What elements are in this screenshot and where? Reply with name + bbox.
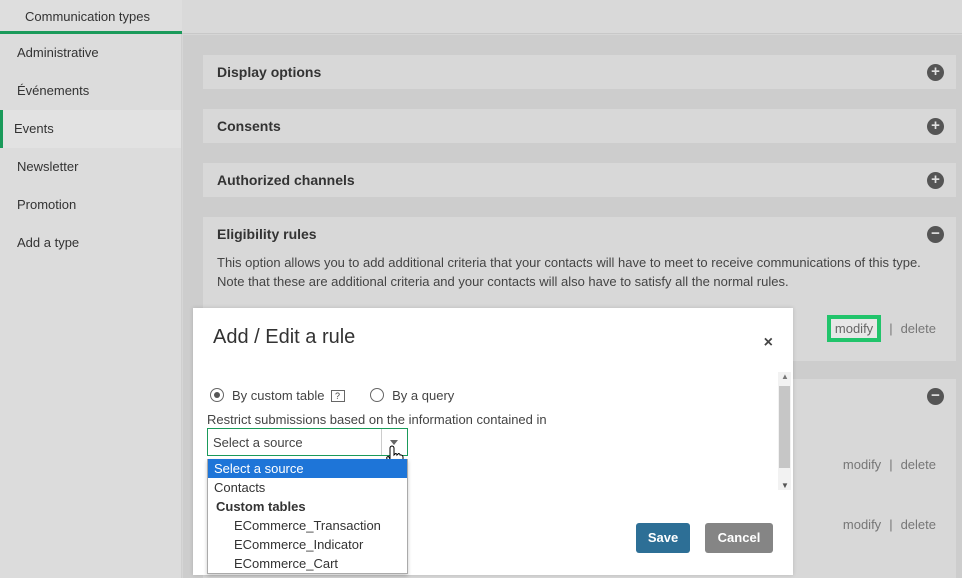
panel-authorized-channels: Authorized channels + xyxy=(203,163,956,197)
dropdown-group-custom-tables: Custom tables xyxy=(216,499,306,514)
source-type-radios: By custom table? By a query xyxy=(210,388,454,403)
sidebar-item-events[interactable]: Events xyxy=(0,110,181,148)
sidebar-item-evenements[interactable]: Événements xyxy=(0,72,181,110)
save-button[interactable]: Save xyxy=(636,523,690,553)
modify-link[interactable]: modify xyxy=(843,517,881,532)
dropdown-option-select-source[interactable]: Select a source xyxy=(208,459,407,478)
separator: | xyxy=(889,321,893,336)
panel-display-options: Display options + xyxy=(203,55,956,89)
dropdown-option-contacts[interactable]: Contacts xyxy=(208,478,407,497)
dropdown-option-ecommerce-transaction[interactable]: ECommerce_Transaction xyxy=(208,516,407,535)
rule-actions: modify | delete xyxy=(843,517,936,532)
radio-custom-table-label[interactable]: By custom table xyxy=(232,388,325,403)
radio-custom-table[interactable] xyxy=(210,388,224,402)
modal-title: Add / Edit a rule xyxy=(213,326,356,348)
modify-link[interactable]: modify xyxy=(826,315,882,342)
radio-query-label[interactable]: By a query xyxy=(392,388,454,403)
sidebar-item-administrative[interactable]: Administrative xyxy=(0,34,181,72)
radio-query[interactable] xyxy=(370,388,385,402)
eligibility-description: This option allows you to add additional… xyxy=(217,255,921,289)
restrict-label: Restrict submissions based on the inform… xyxy=(207,412,547,427)
expand-plus-icon[interactable]: + xyxy=(927,118,944,135)
sidebar-item-promotion[interactable]: Promotion xyxy=(0,186,181,224)
dropdown-option-ecommerce-indicator[interactable]: ECommerce_Indicator xyxy=(208,535,407,554)
expand-plus-icon[interactable]: + xyxy=(927,172,944,189)
top-bar: Communication types xyxy=(0,0,962,34)
panel-title: Consents xyxy=(217,118,281,134)
panel-title: Eligibility rules xyxy=(217,226,317,242)
tab-communication-types[interactable]: Communication types xyxy=(0,0,182,34)
source-select-value: Select a source xyxy=(213,435,303,450)
cancel-button[interactable]: Cancel xyxy=(705,523,773,553)
collapse-minus-icon[interactable]: − xyxy=(927,226,944,243)
dropdown-option-ecommerce-cart[interactable]: ECommerce_Cart xyxy=(208,554,407,573)
scroll-thumb[interactable] xyxy=(779,386,790,468)
help-icon[interactable]: ? xyxy=(330,390,345,402)
panel-title: Display options xyxy=(217,64,322,80)
sidebar-item-add-type[interactable]: Add a type xyxy=(0,224,181,262)
delete-link[interactable]: delete xyxy=(901,321,936,336)
panel-header[interactable]: Eligibility rules − xyxy=(203,217,956,251)
delete-link[interactable]: delete xyxy=(901,517,936,532)
collapse-minus-icon[interactable]: − xyxy=(927,388,944,405)
scroll-up-arrow-icon[interactable]: ▲ xyxy=(781,372,789,381)
separator: | xyxy=(889,457,893,472)
source-dropdown-list: Select a source Contacts Custom tables E… xyxy=(207,459,408,574)
modify-link[interactable]: modify xyxy=(843,457,881,472)
rule-actions: modify | delete xyxy=(826,315,936,342)
sidebar-item-newsletter[interactable]: Newsletter xyxy=(0,148,181,186)
sidebar: Administrative Événements Events Newslet… xyxy=(0,34,182,578)
scroll-down-arrow-icon[interactable]: ▼ xyxy=(781,481,789,490)
expand-plus-icon[interactable]: + xyxy=(927,64,944,81)
source-select[interactable]: Select a source xyxy=(207,428,408,456)
panel-header[interactable]: Authorized channels + xyxy=(203,163,956,197)
panel-title: Authorized channels xyxy=(217,172,355,188)
rule-actions: modify | delete xyxy=(843,457,936,472)
delete-link[interactable]: delete xyxy=(901,457,936,472)
modal-scrollbar[interactable]: ▲ ▼ xyxy=(778,372,791,490)
panel-consents: Consents + xyxy=(203,109,956,143)
separator: | xyxy=(889,517,893,532)
panel-header[interactable]: Consents + xyxy=(203,109,956,143)
close-icon[interactable]: × xyxy=(764,334,773,352)
panel-header[interactable]: Display options + xyxy=(203,55,956,89)
